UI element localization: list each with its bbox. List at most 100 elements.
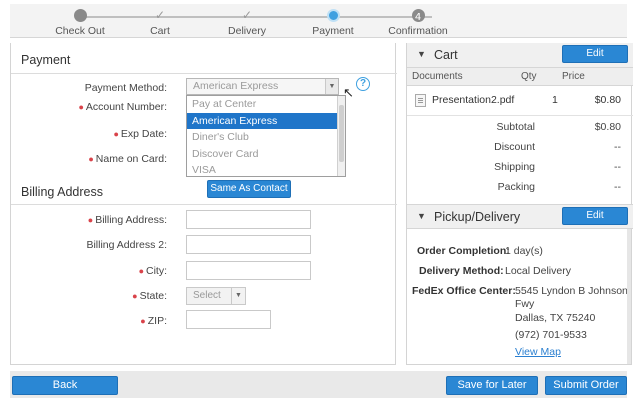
- packing-value: --: [614, 181, 621, 193]
- step-label: Payment: [312, 25, 354, 37]
- payment-method-select[interactable]: American Express ▼: [186, 78, 339, 95]
- discount-label: Discount: [494, 141, 535, 153]
- step-label: Delivery: [228, 25, 266, 37]
- name-on-card-label: ● Name on Card:: [11, 153, 167, 165]
- required-icon: ●: [113, 129, 119, 139]
- action-bar: Back Save for Later Submit Order: [10, 371, 627, 398]
- zip-label: ● ZIP:: [11, 315, 167, 327]
- item-name: Presentation2.pdf: [432, 94, 515, 106]
- column-qty: Qty: [521, 71, 537, 82]
- pickup-title: Pickup/Delivery: [434, 210, 521, 224]
- state-label: ● State:: [11, 290, 167, 302]
- center-address-line3: Dallas, TX 75240: [515, 312, 596, 324]
- column-documents: Documents: [412, 71, 463, 82]
- save-for-later-button[interactable]: Save for Later: [446, 376, 538, 395]
- option-pay-at-center[interactable]: Pay at Center: [187, 96, 338, 113]
- state-select[interactable]: Select ▼: [186, 287, 246, 305]
- step-payment[interactable]: Payment: [288, 4, 378, 37]
- edit-cart-button[interactable]: Edit: [562, 45, 628, 63]
- order-completion-label: Order Completion:: [417, 245, 510, 257]
- chevron-down-icon: ▼: [325, 79, 338, 94]
- billing-address-input[interactable]: [186, 210, 311, 229]
- subtotal-label: Subtotal: [496, 121, 535, 133]
- step-current-icon: [326, 9, 340, 22]
- delivery-method-value: Local Delivery: [505, 265, 571, 277]
- collapse-triangle-icon[interactable]: ▼: [417, 49, 426, 59]
- cart-table-header: Documents Qty Price: [407, 68, 633, 86]
- packing-label: Packing: [497, 181, 535, 193]
- center-phone: (972) 701-9533: [515, 329, 587, 341]
- shipping-label: Shipping: [494, 161, 535, 173]
- label-text: Account Number:: [85, 101, 167, 113]
- submit-order-button[interactable]: Submit Order: [545, 376, 627, 395]
- cart-title: Cart: [434, 48, 458, 62]
- exp-date-label: ● Exp Date:: [11, 128, 167, 140]
- required-icon: ●: [87, 215, 94, 225]
- payment-title: Payment: [21, 53, 71, 67]
- same-as-contact-button[interactable]: Same As Contact: [207, 180, 291, 198]
- pickup-header: ▼ Pickup/Delivery Edit: [407, 204, 633, 229]
- step-delivery[interactable]: ✓ Delivery: [202, 4, 292, 38]
- option-diners-club[interactable]: Diner's Club: [187, 129, 338, 146]
- column-price: Price: [562, 71, 585, 82]
- checkmark-icon: ✓: [241, 8, 253, 22]
- required-icon: ●: [88, 154, 94, 164]
- subtotal-value: $0.80: [594, 121, 621, 133]
- step-check-out[interactable]: Check Out: [35, 4, 125, 37]
- required-icon: ●: [132, 291, 138, 301]
- step-label: Confirmation: [388, 25, 448, 37]
- step-number-icon: 4: [411, 9, 425, 23]
- center-address-line1: 5545 Lyndon B Johnson: [515, 285, 628, 297]
- checkout-window: Check Out ✓ Cart ✓ Delivery Payment 4 Co…: [0, 0, 640, 398]
- cart-header: ▼ Cart Edit: [407, 43, 633, 68]
- label-text: Billing Address:: [95, 214, 167, 226]
- view-map-link[interactable]: View Map: [515, 346, 561, 358]
- label-text: State:: [139, 290, 167, 302]
- city-input[interactable]: [186, 261, 311, 280]
- back-button[interactable]: Back: [12, 376, 118, 395]
- collapse-triangle-icon[interactable]: ▼: [417, 211, 426, 221]
- order-summary-panel: ▼ Cart Edit Documents Qty Price Presenta…: [406, 43, 633, 365]
- dropdown-scrollbar[interactable]: [337, 96, 345, 176]
- label-text: ZIP:: [147, 315, 167, 327]
- option-visa[interactable]: VISA: [187, 162, 338, 179]
- zip-input[interactable]: [186, 310, 271, 329]
- fedex-center-label: FedEx Office Center:: [412, 285, 516, 297]
- edit-pickup-button[interactable]: Edit: [562, 207, 628, 225]
- required-icon: ●: [138, 266, 144, 276]
- step-label: Check Out: [55, 25, 105, 37]
- order-completion-value: 1 day(s): [505, 245, 543, 257]
- option-discover-card[interactable]: Discover Card: [187, 146, 338, 163]
- panel-scrollbar[interactable]: [627, 229, 631, 364]
- step-confirmation[interactable]: 4 Confirmation: [373, 4, 463, 37]
- chevron-down-icon: ▼: [231, 288, 245, 304]
- checkout-progress: Check Out ✓ Cart ✓ Delivery Payment 4 Co…: [10, 4, 627, 38]
- scrollbar-thumb[interactable]: [339, 105, 344, 162]
- label-text: Name on Card:: [95, 153, 167, 165]
- billing-address2-label: Billing Address 2:: [86, 239, 167, 251]
- payment-method-dropdown[interactable]: Pay at Center American Express Diner's C…: [186, 95, 346, 177]
- city-label: ● City:: [11, 265, 167, 277]
- payment-panel: Payment Payment Method: American Express…: [10, 43, 397, 365]
- document-icon: [415, 94, 426, 107]
- cart-item-row[interactable]: Presentation2.pdf 1 $0.80: [407, 86, 633, 116]
- required-icon: ●: [78, 102, 84, 112]
- option-american-express[interactable]: American Express: [187, 112, 338, 129]
- step-label: Cart: [150, 25, 170, 37]
- payment-method-value: American Express: [193, 80, 279, 92]
- label-text: City:: [146, 265, 167, 277]
- account-number-label: ● Account Number:: [11, 101, 167, 113]
- delivery-method-label: Delivery Method:: [419, 265, 504, 277]
- center-address-line2: Fwy: [515, 298, 535, 310]
- divider: [11, 204, 397, 205]
- label-text: Exp Date:: [120, 128, 167, 140]
- help-icon[interactable]: ?: [356, 77, 370, 91]
- required-icon: ●: [140, 316, 146, 326]
- state-select-value: Select: [193, 290, 221, 301]
- item-price: $0.80: [594, 94, 621, 106]
- step-cart[interactable]: ✓ Cart: [115, 4, 205, 38]
- checkmark-icon: ✓: [154, 8, 166, 22]
- discount-value: --: [614, 141, 621, 153]
- payment-method-label: Payment Method:: [84, 82, 167, 94]
- billing-address2-input[interactable]: [186, 235, 311, 254]
